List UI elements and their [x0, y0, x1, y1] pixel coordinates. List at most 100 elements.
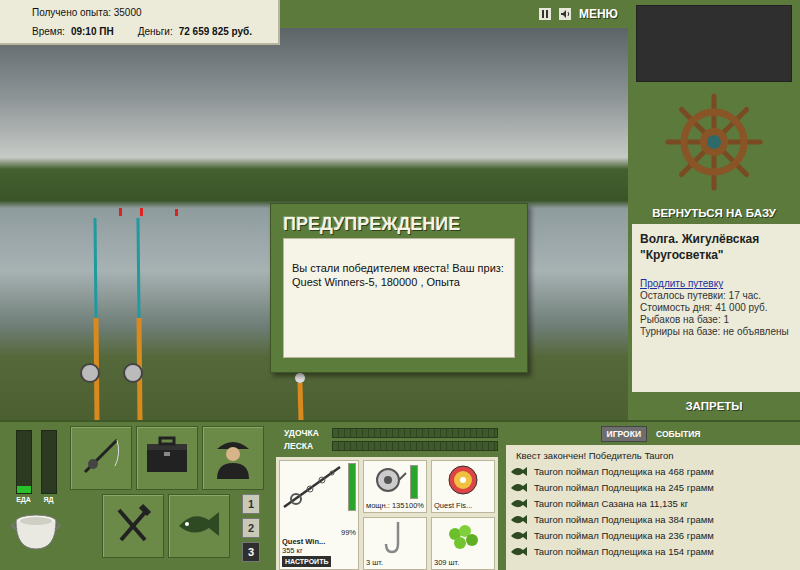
fish-button[interactable]	[168, 494, 230, 558]
page-button[interactable]: 3	[242, 542, 260, 562]
money-value: 72 659 825 руб.	[179, 26, 252, 37]
slot-caption: 309 шт.	[434, 558, 492, 567]
tackle-caption: мощн.: 135	[366, 501, 404, 510]
rod-top	[282, 463, 356, 528]
fish-icon	[175, 504, 223, 548]
need-fill	[17, 486, 31, 493]
dialog-title: ПРЕДУПРЕЖДЕНИЕ	[283, 210, 515, 238]
time-label: Время:	[32, 26, 65, 37]
log-tab[interactable]: СОБЫТИЯ	[651, 427, 705, 441]
warning-dialog: ПРЕДУПРЕЖДЕНИЕ Вы стали победителем квест…	[270, 203, 528, 373]
rod-durability-reading: 99%	[282, 528, 356, 537]
menu-button[interactable]: МЕНЮ	[579, 7, 618, 21]
tension-label: УДОЧКА	[276, 428, 328, 438]
reel-wear-reading: 100%	[405, 501, 424, 510]
dialog-body: Вы стали победителем квеста! Ваш приз: Q…	[283, 238, 515, 358]
ship-wheel-icon[interactable]	[628, 82, 800, 202]
fish-icon	[510, 530, 528, 541]
configure-button[interactable]: НАСТРОИТЬ	[282, 556, 331, 567]
button-row	[70, 426, 268, 490]
need-meter: ЯД	[41, 430, 57, 503]
tackle-grid: мощн.: 135100% Quest Fis... 3 шт. 309 шт.	[363, 460, 495, 570]
log-tab[interactable]: ИГРОКИ	[601, 426, 647, 442]
time-value: 09:10 ПН	[71, 26, 114, 37]
log-entry: Tauron поймал Подлещика на 154 грамм	[510, 545, 796, 558]
rod-icon	[79, 434, 123, 482]
slot-image	[366, 463, 424, 501]
fish-icon	[510, 546, 528, 557]
rod-name: Quest Win...	[282, 537, 356, 546]
dialog-message: Вы стали победителем квеста! Ваш приз: Q…	[292, 262, 504, 288]
tackle-slots: 99%Quest Win...355 кгНАСТРОИТЬмощн.: 135…	[276, 457, 498, 570]
fisherman-icon	[211, 433, 255, 483]
top-area: МЕНЮ Получено опыта: 35000 Время: 09:10 ПН Д…	[0, 0, 800, 420]
page-button[interactable]: 1	[242, 494, 260, 514]
slot-image	[434, 520, 492, 558]
need-track	[41, 430, 57, 494]
page-button[interactable]: 2	[242, 518, 260, 538]
game-screen: МЕНЮ Получено опыта: 35000 Время: 09:10 ПН Д…	[0, 0, 800, 570]
tackle-panel: УДОЧКАЛЕСКА 99%Quest Win...355 кгНАСТРОИТ…	[272, 422, 502, 570]
bans-button[interactable]: ЗАПРЕТЫ	[628, 392, 800, 420]
log-text: Tauron поймал Сазана на 11,135 кг	[534, 498, 688, 509]
tackle-slot[interactable]: Quest Fis...	[431, 460, 495, 513]
log-text: Квест закончен! Победитель Tauron	[516, 450, 673, 461]
pause-icon[interactable]	[539, 8, 551, 20]
rod-icon	[282, 463, 346, 528]
rod-button[interactable]	[70, 426, 132, 490]
fisherman-button[interactable]	[202, 426, 264, 490]
log-entry: Tauron поймал Сазана на 11,135 кг	[510, 497, 796, 510]
reel-icon	[373, 465, 407, 499]
log-entry: Tauron поймал Подлещика на 236 грамм	[510, 529, 796, 542]
stats-row: Время: 09:10 ПН Деньги: 72 659 825 руб.	[32, 26, 278, 37]
rod-strength: 355 кг	[282, 546, 356, 555]
tension-track	[332, 428, 498, 438]
log-text: Tauron поймал Подлещика на 468 грамм	[534, 466, 714, 477]
page-buttons: 1 2 3	[242, 494, 260, 562]
return-to-base-button[interactable]: ВЕРНУТЬСЯ НА БАЗУ	[628, 202, 800, 224]
log-entry: Tauron поймал Подлещика на 245 грамм	[510, 481, 796, 494]
hook-icon	[384, 520, 406, 558]
rod-durability-track	[348, 463, 356, 511]
log-tabs: ИГРОКИ СОБЫТИЯ	[506, 426, 800, 442]
slot-caption: Quest Fis...	[434, 501, 492, 510]
rod-slot[interactable]: 99%Quest Win...355 кгНАСТРОИТЬ	[279, 460, 359, 570]
tackle-caption: 3 шт.	[366, 558, 383, 567]
tacklebox-icon	[144, 436, 190, 480]
reel-wear-fill	[411, 466, 417, 498]
need-track	[16, 430, 32, 494]
event-log: Квест закончен! Победитель Tauron Tauron …	[506, 445, 800, 570]
tackle-caption: Quest Fis...	[434, 501, 472, 510]
tackle-slot[interactable]: мощн.: 135100%	[363, 460, 427, 513]
log-entry: Tauron поймал Подлещика на 384 грамм	[510, 513, 796, 526]
tackle-slot[interactable]: 3 шт.	[363, 517, 427, 570]
tension-row: ЛЕСКА	[276, 439, 498, 452]
tacklebox-button[interactable]	[136, 426, 198, 490]
base-detail: Рыбаков на базе: 1	[640, 314, 792, 325]
slot-image	[434, 463, 492, 501]
tension-track	[332, 441, 498, 451]
bait-icon	[445, 522, 481, 556]
needs-meters: ЕДА ЯД	[6, 426, 66, 568]
fish-icon	[510, 498, 528, 509]
experience-text: Получено опыта: 35000	[32, 7, 278, 18]
base-location: Волга. Жигулёвская	[640, 232, 792, 247]
sound-icon[interactable]	[559, 8, 571, 20]
knife-fork-icon	[111, 502, 155, 550]
money-label: Деньги:	[138, 26, 173, 37]
base-detail: Осталось путевки: 17 час.	[640, 290, 792, 301]
base-detail: Турниры на базе: не объявлены	[640, 326, 792, 337]
line-icon	[447, 464, 479, 500]
lake-scene: ПРЕДУПРЕЖДЕНИЕ Вы стали победителем квест…	[0, 28, 628, 420]
fish-icon	[510, 514, 528, 525]
action-buttons: 1 2 3	[70, 426, 268, 568]
need-label: ЕДА	[16, 496, 31, 503]
tackle-slot[interactable]: 309 шт.	[431, 517, 495, 570]
log-text: Tauron поймал Подлещика на 154 грамм	[534, 546, 714, 557]
log-entry: Tauron поймал Подлещика на 468 грамм	[510, 465, 796, 478]
actions-panel: ЕДА ЯД 1 2 3	[0, 422, 272, 570]
knife-fork-button[interactable]	[102, 494, 164, 558]
slot-caption: 3 шт.	[366, 558, 424, 567]
extend-permit-link[interactable]: Продлить путевку	[640, 278, 792, 289]
cauldron-icon[interactable]	[9, 507, 63, 553]
